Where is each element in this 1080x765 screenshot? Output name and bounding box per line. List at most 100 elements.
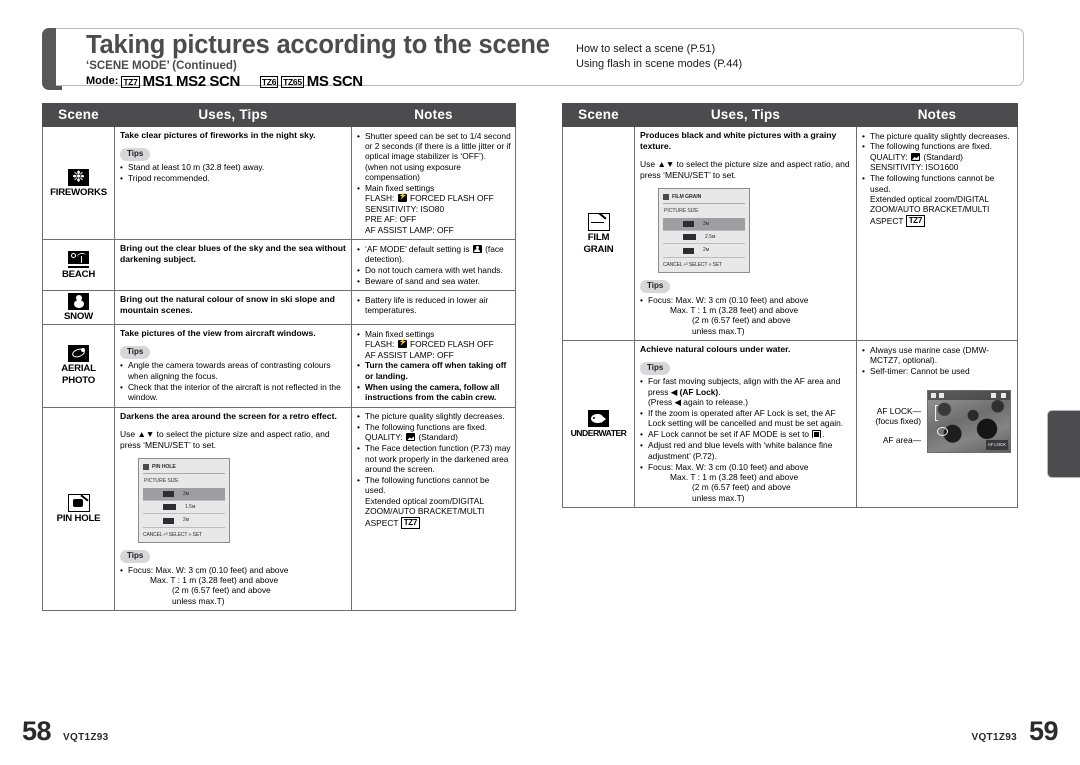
camera-screen-titlebar: FILM GRAIN <box>663 192 745 205</box>
table-row-beach: BEACH Bring out the clear blues of the s… <box>42 239 516 292</box>
af-lock-label: AF LOCK— (focus fixed) <box>875 406 921 427</box>
underwater-icon <box>588 409 609 427</box>
note-item: • Main fixed settings <box>357 183 435 194</box>
aerial-photo-icon <box>68 345 89 363</box>
header-left: Taking pictures according to the scene ‘… <box>86 30 586 89</box>
snow-icon <box>68 293 89 311</box>
note-item: • The picture quality slightly decreases. <box>862 130 1010 141</box>
af-lock-illustration: AF LOCK AF LOCK— (focus fixed) AF area— <box>862 388 1013 466</box>
column-header-uses-tips: Uses, Tips <box>114 103 352 127</box>
page-edge-tab <box>1047 410 1080 478</box>
note-sub: PRE AF: OFF <box>365 214 417 225</box>
camera-screen-option[interactable]: 1.5м <box>143 501 225 515</box>
camera-screen-title: FILM GRAIN <box>672 193 702 200</box>
burst-af-mode-icon <box>812 430 822 439</box>
camera-screen-footer: CANCEL ⏎ SELECT ‹› SET <box>143 531 202 538</box>
uses-cell-film-grain: Produces black and white pictures with a… <box>634 125 857 342</box>
page-title: Taking pictures according to the scene <box>86 31 550 59</box>
notes-cell-beach: • ‘AF MODE’ default setting is (face dete… <box>351 239 516 292</box>
af-lock-badge: AF LOCK <box>985 440 1008 451</box>
scene-label-film: FILM <box>587 231 610 243</box>
uses-cell-beach: Bring out the clear blues of the sky and… <box>114 239 352 292</box>
tip-sub: unless max.T) <box>692 325 745 336</box>
document-code-left: VQT1Z93 <box>63 732 109 743</box>
scene-label-pin-hole: PIN HOLE <box>56 512 101 524</box>
tips-badge: Tips <box>640 280 671 294</box>
note-cannot-use: Extended optical zoom/DIGITAL ZOOM/AUTO … <box>365 495 485 529</box>
column-header-notes: Notes <box>856 103 1018 127</box>
instruction-text: Use ▲▼ to select the picture size and as… <box>640 159 850 180</box>
page-number-right: 59 <box>1028 716 1059 746</box>
tips-badge: Tips <box>640 361 671 375</box>
page-number-left: 58 <box>22 716 52 746</box>
tip-item: • Check that the interior of the aircraft… <box>120 381 341 402</box>
tip-item: • AF Lock cannot be set if AF MODE is set… <box>640 429 825 440</box>
column-header-scene: Scene <box>42 103 115 127</box>
scene-table-right: Scene Uses, Tips Notes FILM GRAIN Produc… <box>562 103 1018 509</box>
film-grain-icon <box>587 212 610 231</box>
quality-standard-icon <box>406 433 416 442</box>
scene-label-grain: GRAIN <box>583 243 614 255</box>
note-sub: AF ASSIST LAMP: OFF <box>365 349 454 360</box>
lead-text: Darkens the area around the screen for a… <box>120 410 337 421</box>
notes-cell-snow: • Battery life is reduced in lower air te… <box>351 290 516 326</box>
note-item: • The Face detection function (P.73) may … <box>357 443 511 475</box>
camera-screen-film-grain: FILM GRAIN PICTURE SIZE 3м 2.5м 2м CANCE… <box>658 187 750 274</box>
note-item-bold: • Turn the camera off when taking off or … <box>357 360 507 381</box>
note-item: • Main fixed settings <box>357 328 435 339</box>
af-area-marker <box>937 427 948 437</box>
forced-flash-off-icon <box>397 192 407 203</box>
tip-item: • For fast moving subjects, align with th… <box>640 376 841 397</box>
note-item: • Beware of sand and sea water. <box>357 275 480 286</box>
tip-sub: Max. T : 1 m (3.28 feet) and above <box>670 471 799 482</box>
menu-icon <box>663 193 669 200</box>
tip-sub: (2 m (6.57 feet) and above <box>692 482 791 493</box>
column-header-notes: Notes <box>351 103 516 127</box>
camera-screen-subtitle: PICTURE SIZE <box>144 478 179 485</box>
lead-text: Bring out the natural colour of snow in … <box>120 294 335 315</box>
note-item: • ‘AF MODE’ default setting is (face dete… <box>357 243 504 264</box>
tips-badge: Tips <box>120 550 151 564</box>
mode-label: Mode: <box>86 75 119 87</box>
camera-screen-option[interactable]: 2м <box>663 244 745 258</box>
note-item: • Do not touch camera with wet hands. <box>357 264 503 275</box>
note-item: • The following functions cannot be used. <box>357 474 490 496</box>
forced-flash-off-icon <box>397 338 407 349</box>
note-item: • The following functions are fixed. <box>862 141 992 152</box>
note-item-bold: • When using the camera, follow all instr… <box>357 381 500 403</box>
mode-line: Mode: TZ7 MS1 MS2 SCN TZ6 TZ65 MS SCN <box>86 74 586 89</box>
scene-cell-pin-hole: PIN HOLE <box>42 406 115 612</box>
tips-badge: Tips <box>120 345 151 359</box>
camera-screen-option[interactable]: 2м <box>143 514 225 528</box>
tip-item: • If the zoom is operated after AF Lock i… <box>640 407 844 429</box>
tips-badge: Tips <box>120 147 151 161</box>
beach-icon <box>68 250 89 268</box>
notes-cell-fireworks: • Shutter speed can be set to 1/4 second … <box>351 125 516 241</box>
tip-item: • Focus: Max. W: 3 cm (0.10 feet) and abo… <box>640 294 809 305</box>
notes-cell-pin-hole: • The picture quality slightly decreases.… <box>351 406 516 612</box>
camera-screen-option[interactable]: 2.5м <box>663 231 745 245</box>
page-header: Taking pictures according to the scene ‘… <box>42 28 1024 90</box>
tip-sub: (2 m (6.57 feet) and above <box>172 585 271 596</box>
note-sub: AF ASSIST LAMP: OFF <box>365 224 454 235</box>
tz7-badge: TZ7 <box>905 214 926 227</box>
camera-screen-pin-hole: PIN HOLE PICTURE SIZE 3м 1.5м 2м CANCEL … <box>138 457 230 544</box>
reference-select-scene: How to select a scene (P.51) <box>576 43 716 55</box>
face-detection-icon <box>472 244 482 253</box>
tip-item: • Adjust red and blue levels with ‘white … <box>640 440 833 461</box>
note-quality-line: QUALITY: (Standard) <box>365 432 458 443</box>
lead-text: Produces black and white pictures with a… <box>640 130 837 151</box>
page-subtitle: ‘SCENE MODE’ (Continued) <box>86 60 237 72</box>
tip-sub: (2 m (6.57 feet) and above <box>692 315 791 326</box>
table-header-row: Scene Uses, Tips Notes <box>42 103 516 127</box>
camera-screen-option[interactable]: 3м <box>663 217 745 231</box>
scene-cell-fireworks: ❉ FIREWORKS <box>42 125 115 241</box>
table-row-aerial-photo: AERIAL PHOTO Take pictures of the view f… <box>42 324 516 408</box>
camera-screen-option[interactable]: 3м <box>143 487 225 501</box>
scene-cell-underwater: UNDERWATER <box>562 340 635 509</box>
mode-tz7-text: MS1 MS2 SCN <box>142 73 241 90</box>
column-header-scene: Scene <box>562 103 635 127</box>
camera-screen-title: PIN HOLE <box>152 463 176 470</box>
scene-cell-beach: BEACH <box>42 239 115 292</box>
scene-label-snow: SNOW <box>63 311 94 323</box>
